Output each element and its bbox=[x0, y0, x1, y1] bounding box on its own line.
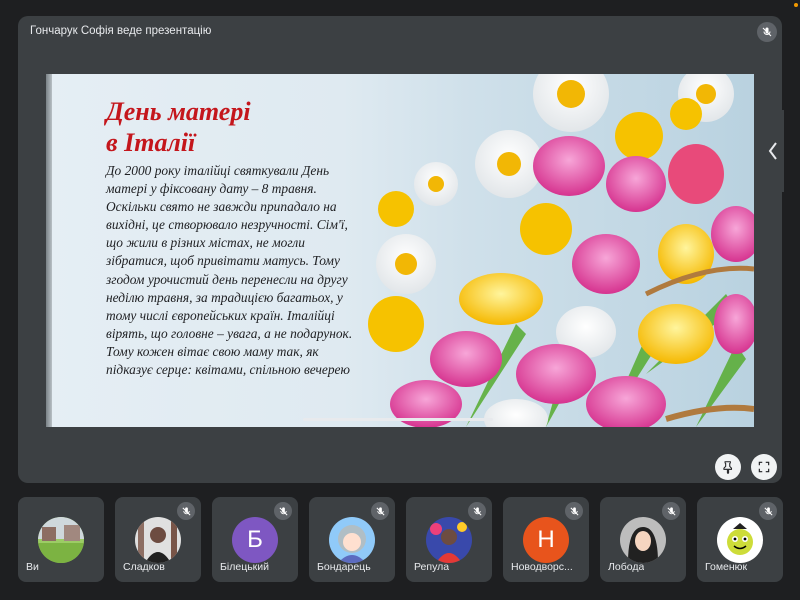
participant-tile[interactable]: Ви bbox=[18, 497, 104, 582]
presenter-banner: Гончарук Софія веде презентацію bbox=[30, 25, 212, 37]
chevron-left-icon bbox=[768, 142, 777, 160]
avatar bbox=[329, 517, 375, 563]
participant-name: Гоменюк bbox=[705, 561, 748, 573]
participant-name: Лобода bbox=[608, 561, 645, 573]
slide-left-edge bbox=[46, 74, 52, 427]
avatar bbox=[38, 517, 84, 563]
participant-tile[interactable]: Репула bbox=[406, 497, 492, 582]
participant-tile[interactable]: Сладков bbox=[115, 497, 201, 582]
participant-tile[interactable]: Н Новодворс... bbox=[503, 497, 589, 582]
participant-name: Ви bbox=[26, 561, 39, 573]
participant-name: Білецький bbox=[220, 561, 269, 573]
participant-name: Бондарець bbox=[317, 561, 371, 573]
participant-tile[interactable]: Лобода bbox=[600, 497, 686, 582]
avatar-initial: Н bbox=[537, 526, 555, 553]
pin-icon bbox=[723, 461, 733, 474]
participant-name: Репула bbox=[414, 561, 450, 573]
mic-off-icon bbox=[274, 502, 292, 520]
presentation-stage: Гончарук Софія веде презентацію День мат… bbox=[18, 16, 782, 483]
mic-off-icon bbox=[177, 502, 195, 520]
participant-name: Сладков bbox=[123, 561, 165, 573]
slide-title-line1: День матері bbox=[106, 97, 251, 126]
mic-off-icon bbox=[662, 502, 680, 520]
status-dot-top bbox=[794, 3, 798, 7]
participant-name: Новодворс... bbox=[511, 561, 573, 573]
side-panel-toggle[interactable] bbox=[762, 110, 784, 192]
avatar bbox=[620, 517, 666, 563]
avatar-initial: Б bbox=[247, 526, 263, 553]
slide-scroll-indicator[interactable] bbox=[303, 418, 493, 421]
avatar bbox=[717, 517, 763, 563]
avatar-letter: Н bbox=[523, 517, 569, 563]
mic-off-icon bbox=[371, 502, 389, 520]
mic-off-icon bbox=[757, 22, 777, 42]
mic-off-icon bbox=[759, 502, 777, 520]
slide-title: День матері в Італії bbox=[106, 96, 251, 158]
avatar bbox=[426, 517, 472, 563]
participant-tile[interactable]: Б Білецький bbox=[212, 497, 298, 582]
slide-body-text: До 2000 року італійці святкували День ма… bbox=[106, 163, 353, 378]
participant-tile[interactable]: Гоменюк bbox=[697, 497, 783, 582]
participant-tile[interactable]: Бондарець bbox=[309, 497, 395, 582]
pin-button[interactable] bbox=[715, 454, 741, 480]
slide-title-line2: в Італії bbox=[106, 128, 196, 157]
fullscreen-icon bbox=[758, 461, 770, 473]
avatar bbox=[135, 517, 181, 563]
presentation-slide: День матері в Італії До 2000 року італій… bbox=[46, 74, 754, 427]
avatar-letter: Б bbox=[232, 517, 278, 563]
mic-off-icon bbox=[565, 502, 583, 520]
mic-off-icon bbox=[468, 502, 486, 520]
fullscreen-button[interactable] bbox=[751, 454, 777, 480]
